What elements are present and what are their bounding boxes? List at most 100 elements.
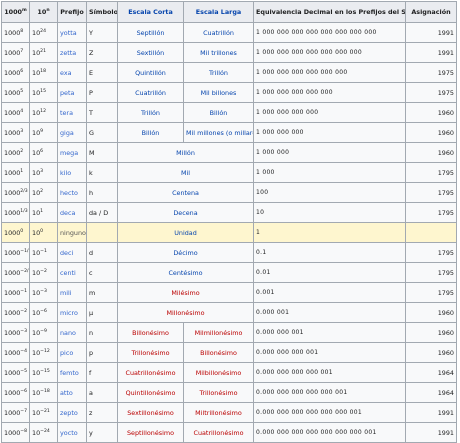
long-scale-cell[interactable]: Cuatrillón xyxy=(183,22,254,43)
header-long-scale[interactable]: Escala Larga xyxy=(183,1,254,23)
scale-merged-cell[interactable]: Centésimo xyxy=(117,262,254,283)
short-scale-cell[interactable]: Billón xyxy=(117,122,184,143)
prefix-cell[interactable]: peta xyxy=(57,82,87,103)
scale-merged-cell[interactable]: Milésimo xyxy=(117,282,254,303)
long-scale-cell[interactable]: Trillón xyxy=(183,62,254,83)
long-scale-cell[interactable]: Miltrillonésimo xyxy=(183,402,254,423)
prefix-cell[interactable]: deca xyxy=(57,202,87,223)
header-decimal-equivalent[interactable]: Equivalencia Decimal en los Prefijos del… xyxy=(253,1,406,23)
scale-merged-cell[interactable]: Unidad xyxy=(117,222,254,243)
decimal-equivalent-cell: 1 000 000 000 000 000 000 000 000 xyxy=(253,22,406,43)
short-scale-cell[interactable]: Trillón xyxy=(117,102,184,123)
scale-merged-cell[interactable]: Décimo xyxy=(117,242,254,263)
decimal-equivalent-cell: 1 000 000 000 000 000 xyxy=(253,82,406,103)
short-scale-cell[interactable]: Billonésimo xyxy=(117,322,184,343)
long-scale-cell[interactable]: Mil trillones xyxy=(183,42,254,63)
header-power-1000[interactable]: 1000m xyxy=(1,1,30,23)
short-scale-cell[interactable]: Sextillón xyxy=(117,42,184,63)
short-scale-cell[interactable]: Quintillonésimo xyxy=(117,382,184,403)
scale-merged-cell[interactable]: Millonésimo xyxy=(117,302,254,323)
prefix-cell[interactable]: hecto xyxy=(57,182,87,203)
si-prefixes-table: 1000m 10n Prefijo Símbolo Escala Corta E… xyxy=(1,1,457,443)
power-1000-cell: 1000−3 xyxy=(1,322,30,343)
prefix-cell[interactable]: yocto xyxy=(57,422,87,443)
long-scale-cell[interactable]: Cuatrillonésimo xyxy=(183,422,254,443)
short-scale-cell[interactable]: Cuatrillón xyxy=(117,82,184,103)
prefix-cell[interactable]: tera xyxy=(57,102,87,123)
table-row: 1000−2/310−2centicCentésimo0.011795 xyxy=(1,262,457,283)
symbol-cell: y xyxy=(86,422,118,443)
prefix-cell[interactable]: deci xyxy=(57,242,87,263)
prefix-cell[interactable]: centi xyxy=(57,262,87,283)
prefix-cell[interactable]: yotta xyxy=(57,22,87,43)
symbol-cell: k xyxy=(86,162,118,183)
symbol-cell: P xyxy=(86,82,118,103)
header-power-10[interactable]: 10n xyxy=(29,1,58,23)
year-cell: 1960 xyxy=(405,102,457,123)
short-scale-cell[interactable]: Quintillón xyxy=(117,62,184,83)
prefix-cell[interactable]: exa xyxy=(57,62,87,83)
header-short-scale[interactable]: Escala Corta xyxy=(117,1,184,23)
year-cell: 1960 xyxy=(405,142,457,163)
short-scale-cell[interactable]: Septillón xyxy=(117,22,184,43)
long-scale-cell[interactable]: Milbillonésimo xyxy=(183,362,254,383)
prefix-cell[interactable]: mega xyxy=(57,142,87,163)
scale-merged-cell[interactable]: Decena xyxy=(117,202,254,223)
year-cell: 1991 xyxy=(405,402,457,423)
table-row: 1000−4 10−12 pico p Trillonésimo Billonésimo 0… xyxy=(1,342,457,363)
long-scale-cell[interactable]: Trillonésimo xyxy=(183,382,254,403)
header-symbol[interactable]: Símbolo xyxy=(86,1,118,23)
power-1000-cell: 10002 xyxy=(1,142,30,163)
table-row: 1000−5 10−15 femto f Cuatrillonésimo Milbillo… xyxy=(1,362,457,383)
header-prefix[interactable]: Prefijo xyxy=(57,1,87,23)
prefix-cell[interactable]: kilo xyxy=(57,162,87,183)
prefix-cell[interactable]: nano xyxy=(57,322,87,343)
short-scale-cell[interactable]: Sextillonésimo xyxy=(117,402,184,423)
prefix-cell[interactable]: micro xyxy=(57,302,87,323)
prefix-cell[interactable]: pico xyxy=(57,342,87,363)
short-scale-cell[interactable]: Trillonésimo xyxy=(117,342,184,363)
table-row: 10006 1018 exa E Quintillón Trillón 1 000 000 … xyxy=(1,62,457,83)
table-row: 10008 1024 yotta Y Septillón Cuatrillón 1 000 … xyxy=(1,22,457,43)
power-10-cell: 106 xyxy=(29,142,58,163)
prefix-cell[interactable]: femto xyxy=(57,362,87,383)
scale-merged-cell[interactable]: Centena xyxy=(117,182,254,203)
year-cell xyxy=(405,222,457,243)
symbol-cell: Z xyxy=(86,42,118,63)
prefix-cell[interactable]: atto xyxy=(57,382,87,403)
symbol-cell: da / D xyxy=(86,202,118,223)
decimal-equivalent-cell: 1 xyxy=(253,222,406,243)
power-1000-cell: 10006 xyxy=(1,62,30,83)
prefix-cell[interactable]: giga xyxy=(57,122,87,143)
table-row: 10001 103 kilo k Mil 1 000 1795 xyxy=(1,162,457,183)
short-scale-cell[interactable]: Septillonésimo xyxy=(117,422,184,443)
power-10-cell: 1012 xyxy=(29,102,58,123)
year-cell: 1964 xyxy=(405,382,457,403)
decimal-equivalent-cell: 100 xyxy=(253,182,406,203)
long-scale-cell[interactable]: Billón xyxy=(183,102,254,123)
power-1000-cell: 10000 xyxy=(1,222,30,243)
power-1000-cell: 10001/3 xyxy=(1,202,30,223)
symbol-cell: M xyxy=(86,142,118,163)
long-scale-cell[interactable]: Mil billones xyxy=(183,82,254,103)
prefix-cell[interactable]: mili xyxy=(57,282,87,303)
header-year[interactable]: Asignación xyxy=(405,1,457,23)
power-1000-cell: 1000−6 xyxy=(1,382,30,403)
table-row: 1000−8 10−24 yocto y Septillonésimo Cuatrillo… xyxy=(1,422,457,443)
decimal-equivalent-cell: 0.1 xyxy=(253,242,406,263)
table-row: 1000−1/310−1decidDécimo0.11795 xyxy=(1,242,457,263)
year-cell: 1975 xyxy=(405,82,457,103)
prefix-cell[interactable]: zepto xyxy=(57,402,87,423)
short-scale-cell[interactable]: Cuatrillonésimo xyxy=(117,362,184,383)
symbol-cell: Y xyxy=(86,22,118,43)
long-scale-cell[interactable]: Milmillonésimo xyxy=(183,322,254,343)
scale-merged-cell[interactable]: Mil xyxy=(117,162,254,183)
decimal-equivalent-cell: 1 000 000 000 000 xyxy=(253,102,406,123)
scale-merged-cell[interactable]: Millón xyxy=(117,142,254,163)
long-scale-cell[interactable]: Mil millones (o millardo) xyxy=(183,122,254,143)
long-scale-cell[interactable]: Billonésimo xyxy=(183,342,254,363)
prefix-cell[interactable]: zetta xyxy=(57,42,87,63)
power-1000-cell: 1000−7 xyxy=(1,402,30,423)
table-row: 10002 106 mega M Millón 1 000 000 1960 xyxy=(1,142,457,163)
power-1000-cell: 1000−1/3 xyxy=(1,242,30,263)
